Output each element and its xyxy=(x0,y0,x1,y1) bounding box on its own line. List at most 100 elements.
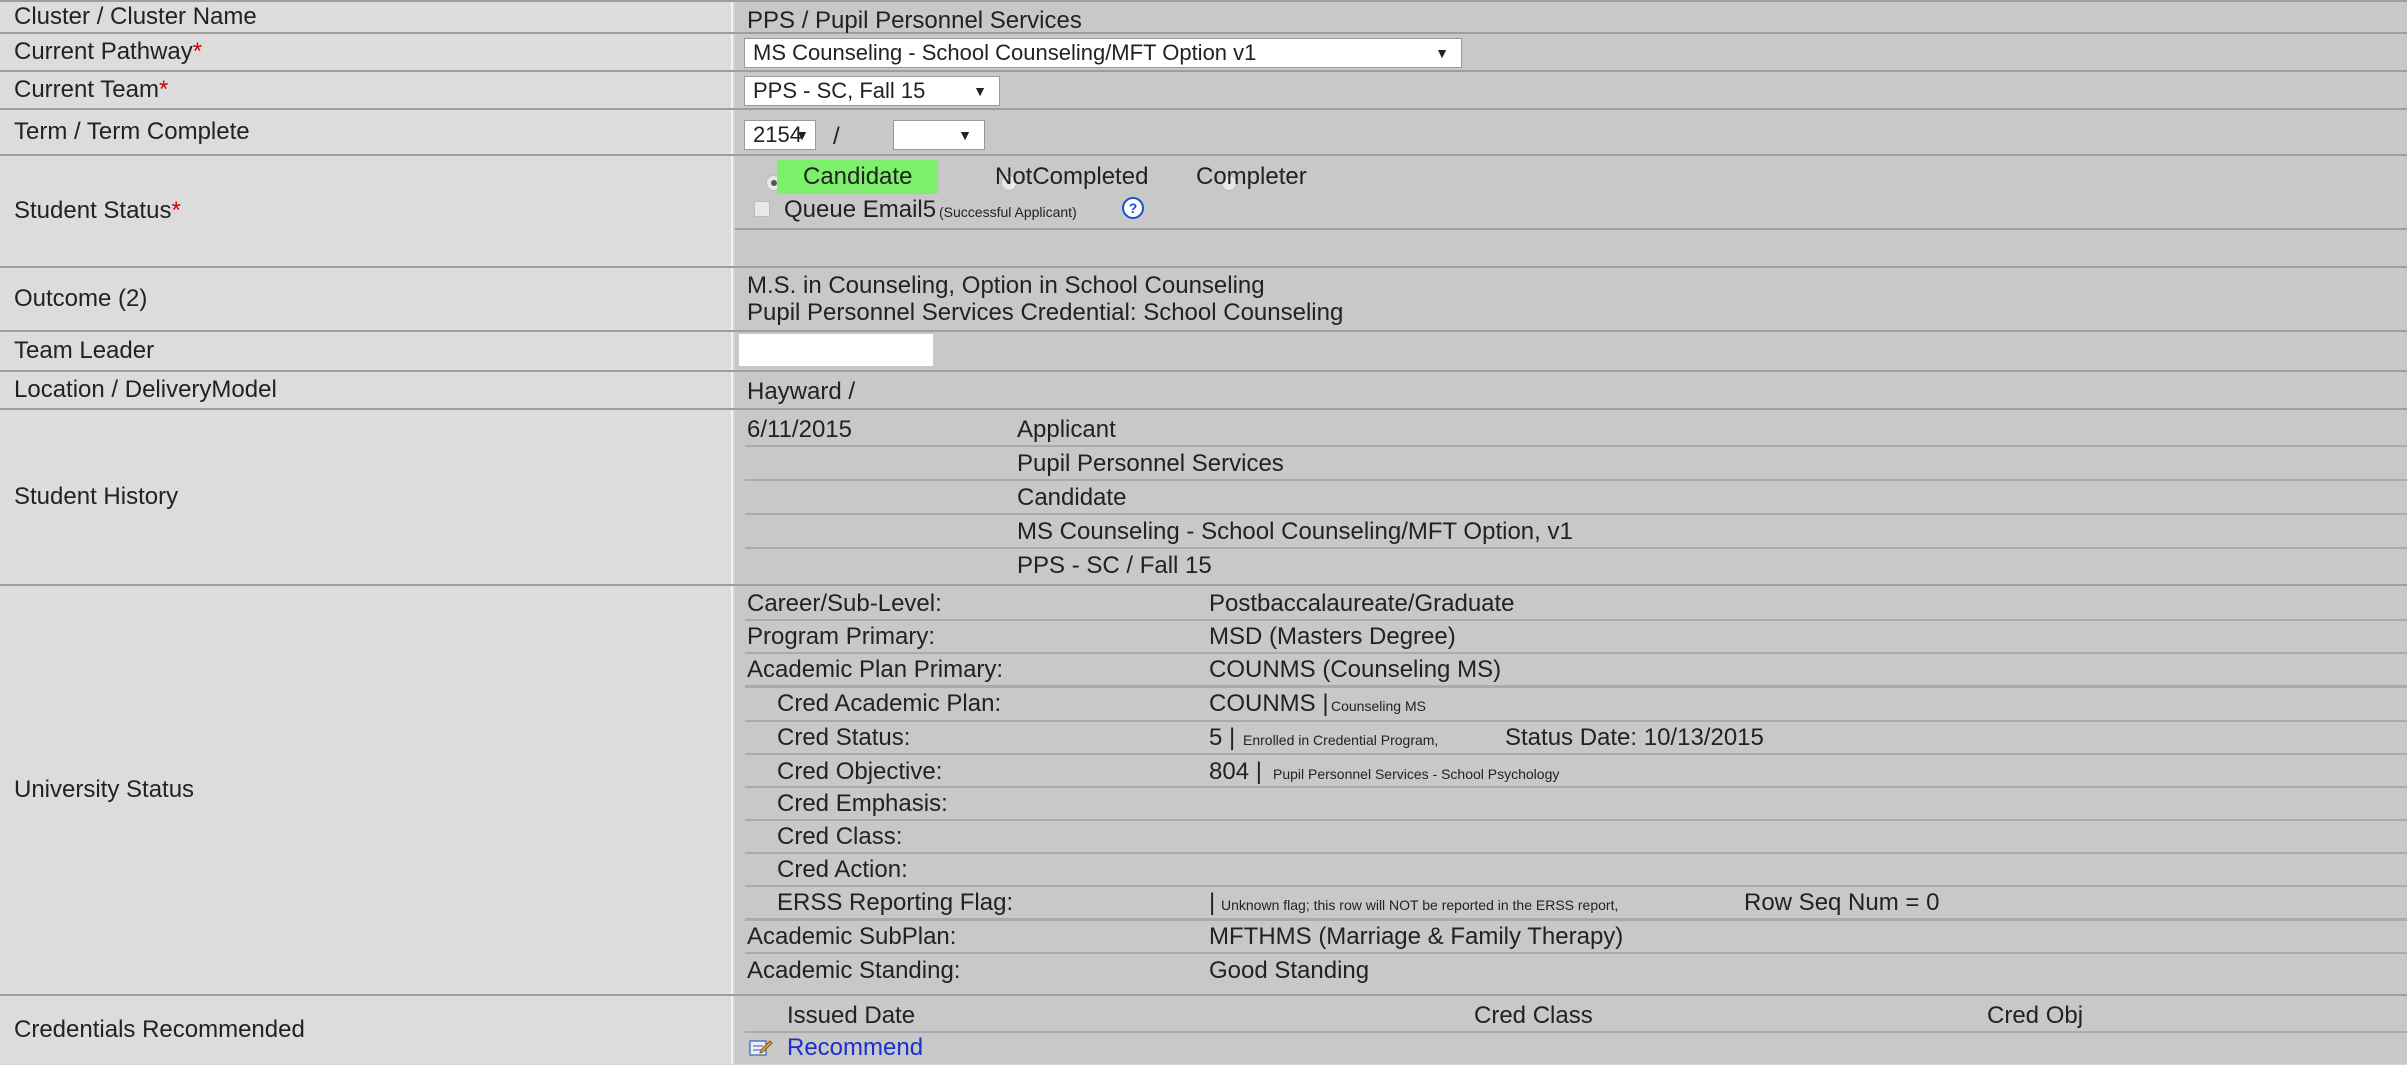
row-cluster: Cluster / Cluster Name PPS / Pupil Perso… xyxy=(0,0,2407,34)
cred-plan-code: COUNMS | xyxy=(1209,690,1329,717)
label-university-status: University Status xyxy=(0,586,733,994)
label-student-history: Student History xyxy=(0,410,733,584)
erss-code: | xyxy=(1209,889,1216,916)
recommend-link[interactable]: Recommend xyxy=(787,1034,923,1062)
row-university-status: University Status Career/Sub-Level: Post… xyxy=(0,586,2407,996)
cred-status-date: Status Date: 10/13/2015 xyxy=(1505,724,1764,751)
label-cluster: Cluster / Cluster Name xyxy=(0,2,733,32)
status-candidate-label: Candidate xyxy=(777,160,939,194)
chevron-down-icon: ▼ xyxy=(973,83,987,99)
label-team-leader: Team Leader xyxy=(0,332,733,370)
row-team-leader: Team Leader xyxy=(0,332,2407,372)
chevron-down-icon: ▼ xyxy=(795,127,809,143)
university-divider xyxy=(745,885,2407,887)
value-team: PPS - SC, Fall 15 ▼ xyxy=(735,72,2407,108)
value-term: 2154 ▼ / ▼ xyxy=(735,110,2407,154)
cluster-name: PPS / Pupil Personnel Services xyxy=(747,7,1082,34)
label-student-status: Student Status * xyxy=(0,156,733,266)
queue-email-note: (Successful Applicant) xyxy=(939,204,1077,220)
row-student-history: Student History 6/11/2015 Applicant Pupi… xyxy=(0,410,2407,586)
subplan-label: Academic SubPlan: xyxy=(747,923,957,950)
standing-value: Good Standing xyxy=(1209,957,1370,984)
history-entry: Candidate xyxy=(1017,484,1127,511)
outcome-line: M.S. in Counseling, Option in School Cou… xyxy=(747,272,1265,299)
label-location: Location / DeliveryModel xyxy=(0,372,733,408)
erss-label: ERSS Reporting Flag: xyxy=(777,889,1014,916)
queue-email-label: Queue Email5 xyxy=(784,196,937,223)
term-select[interactable]: 2154 ▼ xyxy=(744,120,816,150)
team-select[interactable]: PPS - SC, Fall 15 ▼ xyxy=(744,76,1000,106)
cred-emphasis-label: Cred Emphasis: xyxy=(777,790,948,817)
label-credentials: Credentials Recommended xyxy=(0,996,733,1064)
erss-note: Unknown flag; this row will NOT be repor… xyxy=(1221,897,1619,913)
university-divider xyxy=(745,619,2407,621)
history-entry: Applicant xyxy=(1017,416,1116,443)
help-icon[interactable]: ? xyxy=(1122,197,1144,219)
cred-action-label: Cred Action: xyxy=(777,856,908,883)
label-term: Term / Term Complete xyxy=(0,110,733,154)
label-outcome: Outcome (2) xyxy=(0,268,733,330)
history-date: 6/11/2015 xyxy=(747,416,852,443)
status-notcompleted-label: NotCompleted xyxy=(995,163,1149,190)
cred-plan-note: Counseling MS xyxy=(1331,698,1426,714)
university-divider xyxy=(745,918,2407,921)
value-student-history: 6/11/2015 Applicant Pupil Personnel Serv… xyxy=(735,410,2407,584)
cred-plan-label: Cred Academic Plan: xyxy=(777,690,1002,717)
term-complete-select[interactable]: ▼ xyxy=(893,120,985,150)
history-divider xyxy=(745,513,2407,515)
plan-value: COUNMS (Counseling MS) xyxy=(1209,656,1502,683)
cred-objective-code: 804 | xyxy=(1209,758,1262,785)
location-value: Hayward / xyxy=(747,378,856,405)
history-entry: PPS - SC / Fall 15 xyxy=(1017,552,1212,579)
col-cred-class: Cred Class xyxy=(1474,1002,1593,1029)
credentials-divider xyxy=(745,1031,2407,1033)
row-pathway: Current Pathway * MS Counseling - School … xyxy=(0,34,2407,72)
program-value: MSD (Masters Degree) xyxy=(1209,623,1456,650)
value-cluster: PPS / Pupil Personnel Services xyxy=(735,2,2407,34)
col-issued-date: Issued Date xyxy=(787,1002,916,1029)
university-divider xyxy=(745,786,2407,788)
value-team-leader xyxy=(735,332,2407,370)
cred-status-label: Cred Status: xyxy=(777,724,911,751)
col-cred-obj: Cred Obj xyxy=(1987,1002,2084,1029)
program-label: Program Primary: xyxy=(747,623,936,650)
row-credentials: Credentials Recommended Issued Date Cred… xyxy=(0,996,2407,1064)
cred-status-code: 5 | xyxy=(1209,724,1236,751)
row-term: Term / Term Complete 2154 ▼ / ▼ xyxy=(0,110,2407,156)
subplan-value: MFTHMS (Marriage & Family Therapy) xyxy=(1209,923,1624,950)
university-divider xyxy=(745,819,2407,821)
value-location: Hayward / xyxy=(735,372,2407,408)
history-divider xyxy=(745,445,2407,447)
term-separator: / xyxy=(833,123,840,150)
cred-class-label: Cred Class: xyxy=(777,823,903,850)
team-leader-field[interactable] xyxy=(739,334,933,366)
history-divider xyxy=(745,479,2407,481)
value-outcome: M.S. in Counseling, Option in School Cou… xyxy=(735,268,2407,330)
value-student-status: Candidate NotCompleted Completer Queue E… xyxy=(735,156,2407,266)
history-divider xyxy=(745,547,2407,549)
university-divider xyxy=(745,852,2407,854)
university-divider xyxy=(745,952,2407,954)
chevron-down-icon: ▼ xyxy=(958,127,972,143)
row-team: Current Team * PPS - SC, Fall 15 ▼ xyxy=(0,72,2407,110)
pathway-select[interactable]: MS Counseling - School Counseling/MFT Op… xyxy=(744,38,1462,68)
status-completer-label: Completer xyxy=(1196,163,1307,190)
row-location: Location / DeliveryModel Hayward / xyxy=(0,372,2407,410)
recommend-icon[interactable] xyxy=(749,1036,773,1065)
university-divider xyxy=(745,720,2407,722)
row-outcome: Outcome (2) M.S. in Counseling, Option i… xyxy=(0,268,2407,332)
erss-row-seq: Row Seq Num = 0 xyxy=(1744,889,1940,916)
history-entry: MS Counseling - School Counseling/MFT Op… xyxy=(1017,518,1573,545)
career-value: Postbaccalaureate/Graduate xyxy=(1209,590,1515,617)
label-pathway: Current Pathway * xyxy=(0,34,733,70)
outcome-line: Pupil Personnel Services Credential: Sch… xyxy=(747,299,1344,326)
university-divider xyxy=(745,685,2407,688)
cred-objective-note: Pupil Personnel Services - School Psycho… xyxy=(1273,766,1560,782)
queue-email-checkbox[interactable] xyxy=(754,201,770,217)
value-university-status: Career/Sub-Level: Postbaccalaureate/Grad… xyxy=(735,586,2407,994)
value-credentials: Issued Date Cred Class Cred Obj Recommen… xyxy=(735,996,2407,1064)
value-pathway: MS Counseling - School Counseling/MFT Op… xyxy=(735,34,2407,70)
university-divider xyxy=(745,753,2407,755)
university-divider xyxy=(745,652,2407,654)
cred-objective-label: Cred Objective: xyxy=(777,758,943,785)
